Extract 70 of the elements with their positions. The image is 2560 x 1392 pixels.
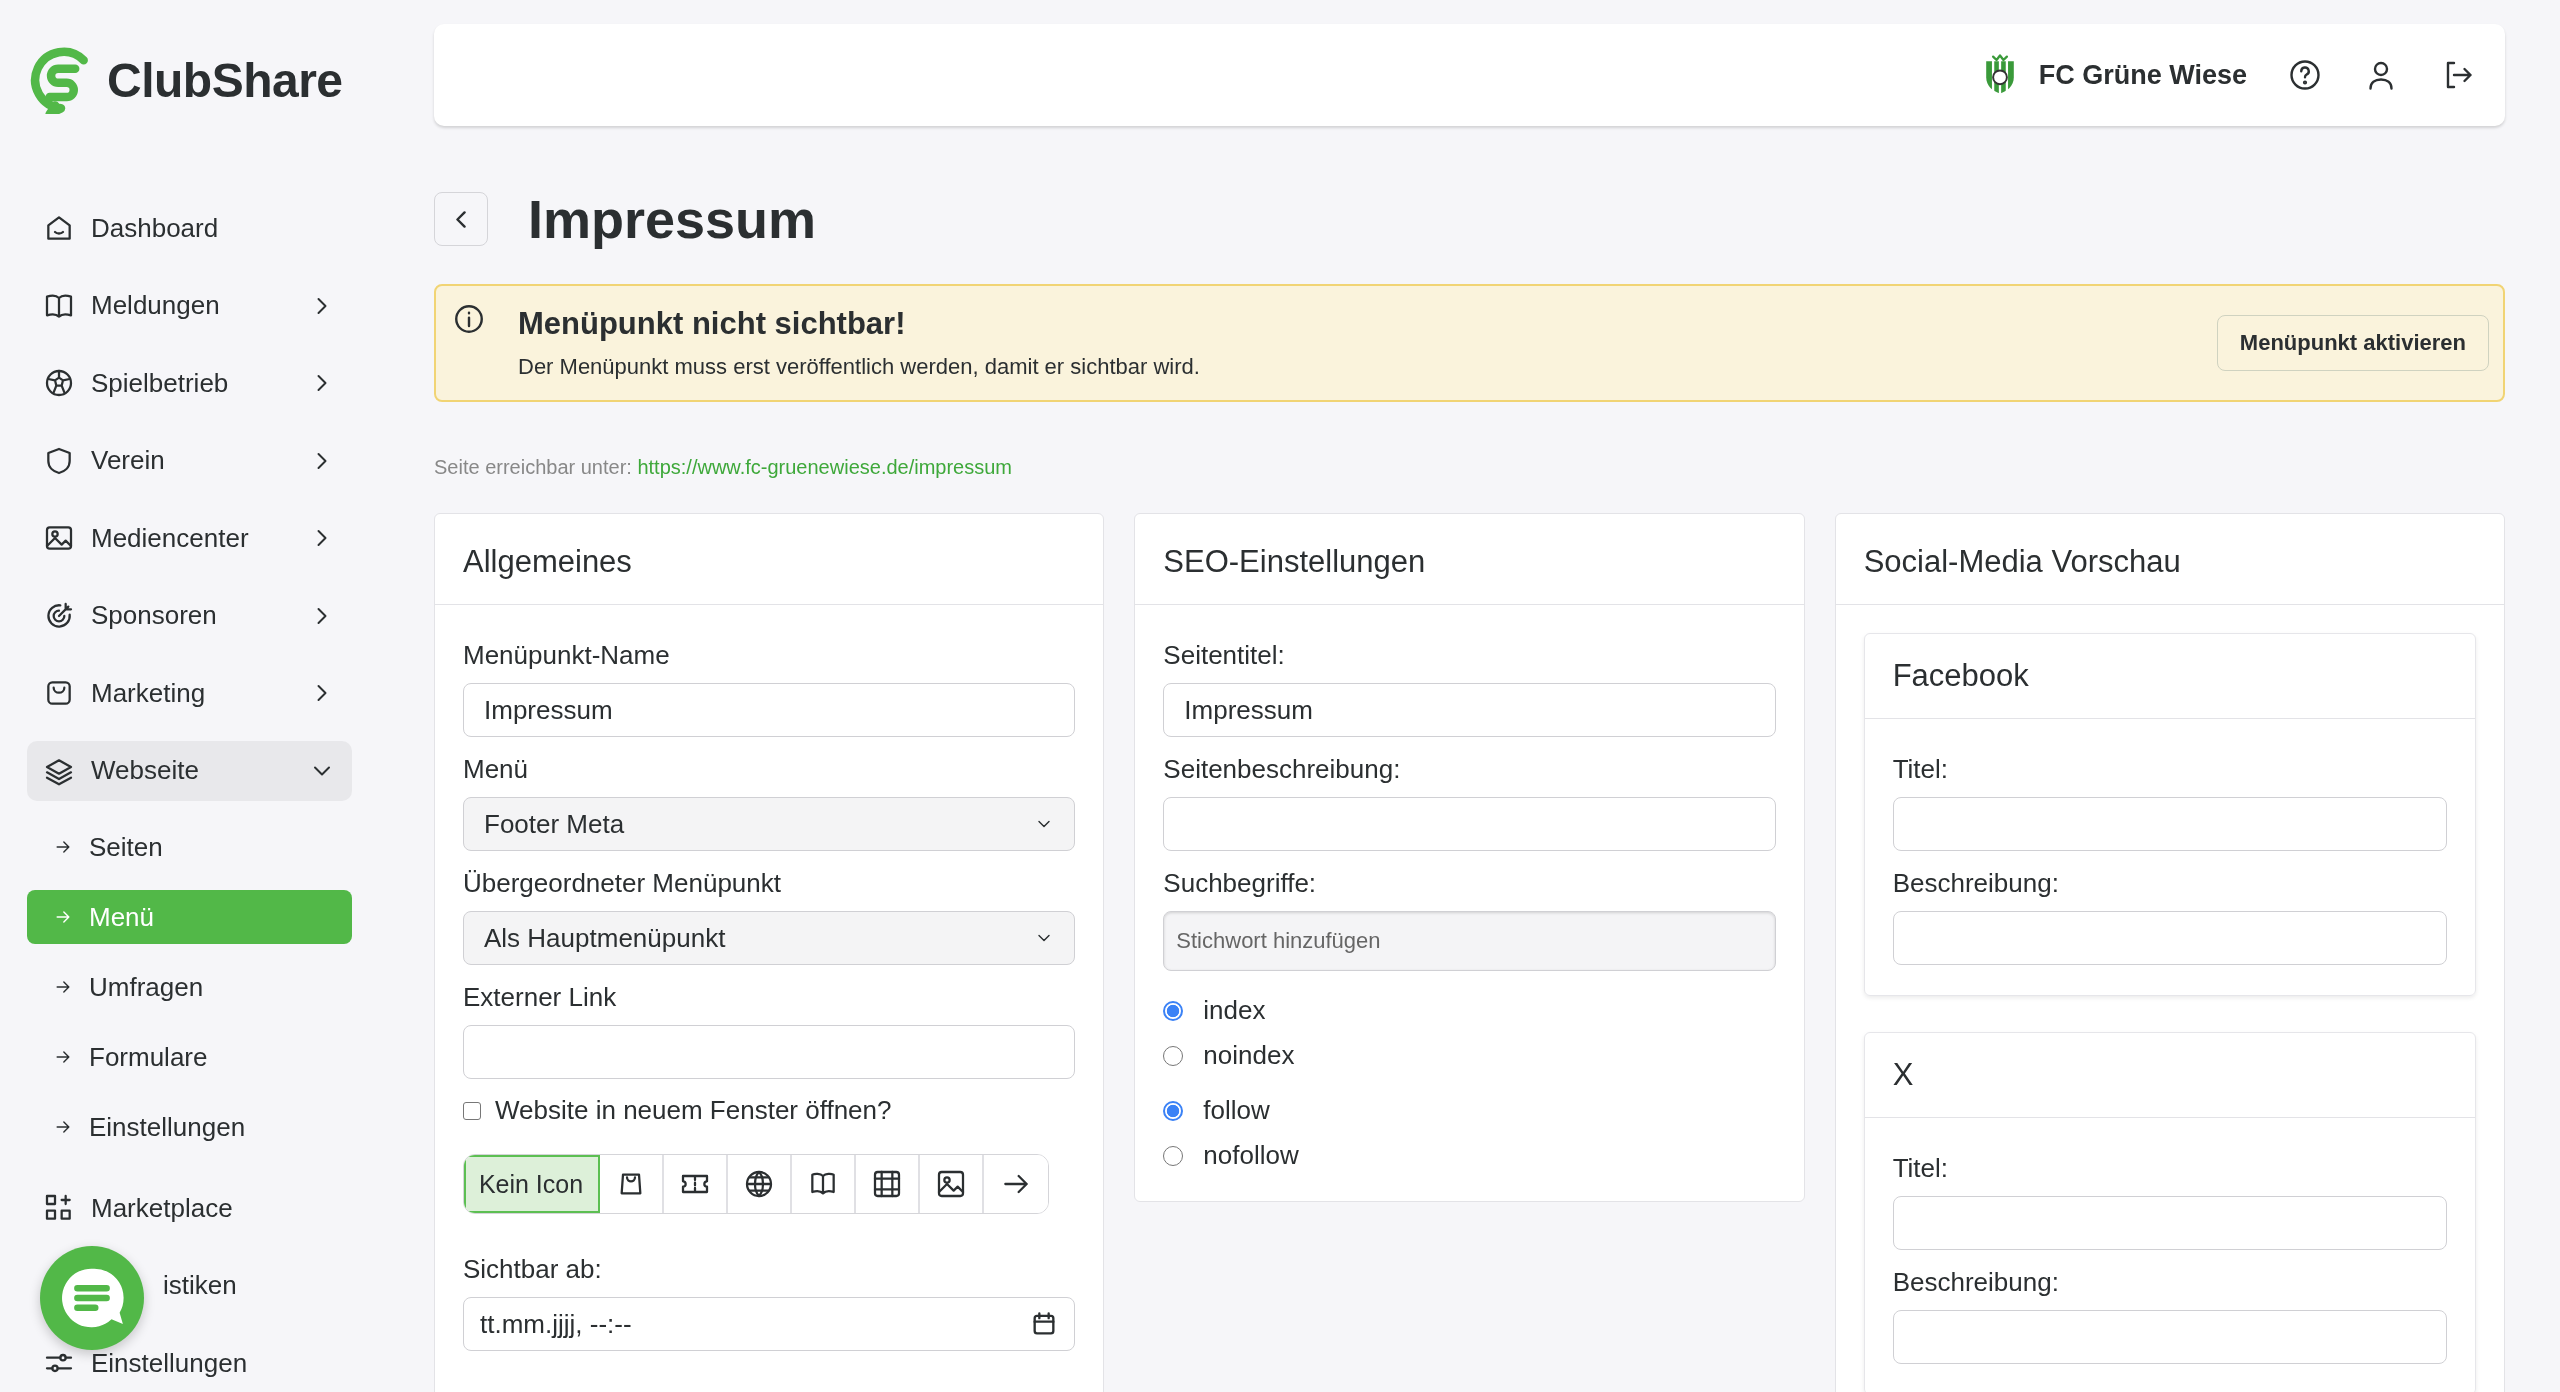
field-label: Menü xyxy=(463,754,530,785)
radio-label: noindex xyxy=(1203,1040,1295,1071)
preview-title: X xyxy=(1864,1033,2475,1118)
date-field[interactable]: tt.mm.jjjj, --:-- xyxy=(463,1297,1076,1351)
sidebar-item[interactable]: Verein xyxy=(27,430,352,491)
field-label: Beschreibung: xyxy=(1892,1267,2060,1298)
link-field[interactable] xyxy=(463,1025,1076,1079)
page-title: Impressum xyxy=(528,188,817,250)
radio-button[interactable] xyxy=(1163,1145,1184,1166)
sidebar-item[interactable]: Marketing xyxy=(27,663,352,723)
chevron-left-icon xyxy=(456,210,466,228)
sidebar-subitem[interactable]: Einstellungen xyxy=(27,1100,352,1154)
radio-label: index xyxy=(1203,995,1266,1026)
checkbox[interactable] xyxy=(463,1101,481,1120)
radio-button[interactable] xyxy=(1163,1045,1184,1066)
radio-label: follow xyxy=(1203,1095,1270,1126)
sidebar-item[interactable]: Mediencenter xyxy=(27,508,352,568)
sidebar-item[interactable]: Einstellungen xyxy=(27,1333,352,1392)
globe-icon xyxy=(743,1168,775,1200)
info-icon xyxy=(452,302,486,336)
card-title: Allgemeines xyxy=(435,514,1104,605)
menu-dropdown[interactable]: Footer Meta xyxy=(463,797,1076,851)
description-field[interactable] xyxy=(1892,1310,2447,1364)
sidebar-item[interactable]: Webseite xyxy=(27,740,352,801)
radio-button[interactable] xyxy=(1163,1100,1184,1121)
parent-dropdown[interactable]: Als Hauptmenüpunkt xyxy=(463,911,1076,965)
help-icon[interactable] xyxy=(2287,57,2323,93)
radio-label: nofollow xyxy=(1203,1140,1299,1171)
sidebar-item[interactable]: Meldungen xyxy=(27,275,352,336)
field-label: Titel: xyxy=(1892,1153,1950,1184)
url-text: Seite erreichbar unter: https://www.fc-gruenewiese.de/impressum xyxy=(434,456,1014,479)
sidebar-subitem[interactable]: Formulare xyxy=(27,1030,352,1084)
alert-message: Der Menüpunkt muss erst veröffentlich werden, damit er sichtbar wird. xyxy=(518,354,1201,380)
card-title: Social-Media Vorschau xyxy=(1835,514,2504,605)
club-name: FC Grüne Wiese xyxy=(2038,59,2247,91)
radio-button[interactable] xyxy=(1163,1000,1184,1021)
description-field[interactable] xyxy=(1163,797,1776,851)
sidebar-item[interactable]: istiken xyxy=(27,1255,352,1316)
field-label: Externer Link xyxy=(463,982,618,1013)
sidebar-item[interactable]: Marketplace xyxy=(27,1178,352,1238)
sidebar-item[interactable]: Dashboard xyxy=(27,198,352,258)
sidebar-item[interactable]: Spielbetrieb xyxy=(27,353,352,413)
sidebar-subitem[interactable]: Seiten xyxy=(27,820,352,874)
chat-button[interactable] xyxy=(40,1246,144,1350)
football-icon xyxy=(43,367,75,399)
no-icon-option[interactable]: Kein Icon xyxy=(464,1155,600,1213)
field-label: Menüpunkt-Name xyxy=(463,640,671,671)
keywords-field[interactable]: Stichwort hinzufügen xyxy=(1163,911,1776,971)
field-label: Sichtbar ab: xyxy=(463,1254,603,1285)
title-field[interactable] xyxy=(1892,1196,2447,1250)
film-icon xyxy=(871,1168,903,1200)
description-field[interactable] xyxy=(1892,911,2447,965)
field-label: Titel: xyxy=(1892,754,1950,785)
brand-name: ClubShare xyxy=(107,52,343,108)
title-field[interactable] xyxy=(1892,797,2447,851)
alert-title: Menüpunkt nicht sichtbar! xyxy=(518,306,907,342)
field-label: Beschreibung: xyxy=(1892,868,2060,899)
field-label: Übergeordneter Menüpunkt xyxy=(463,868,782,899)
activate-button[interactable]: Menüpunkt aktivieren xyxy=(2216,315,2489,371)
preview-title: Facebook xyxy=(1864,634,2475,719)
sidebar-item[interactable]: Sponsoren xyxy=(27,585,352,646)
sidebar-subitem[interactable]: Umfragen xyxy=(27,960,352,1014)
card-title: SEO-Einstellungen xyxy=(1135,514,1804,605)
field-label: Seitentitel: xyxy=(1163,640,1286,671)
name-field[interactable]: Impressum xyxy=(463,683,1076,737)
image-icon xyxy=(935,1168,967,1200)
field-label: Suchbegriffe: xyxy=(1163,868,1318,899)
field-label: Seitenbeschreibung: xyxy=(1163,754,1402,785)
checkbox-label: Website in neuem Fenster öffnen? xyxy=(495,1095,892,1126)
title-field[interactable]: Impressum xyxy=(1163,683,1776,737)
